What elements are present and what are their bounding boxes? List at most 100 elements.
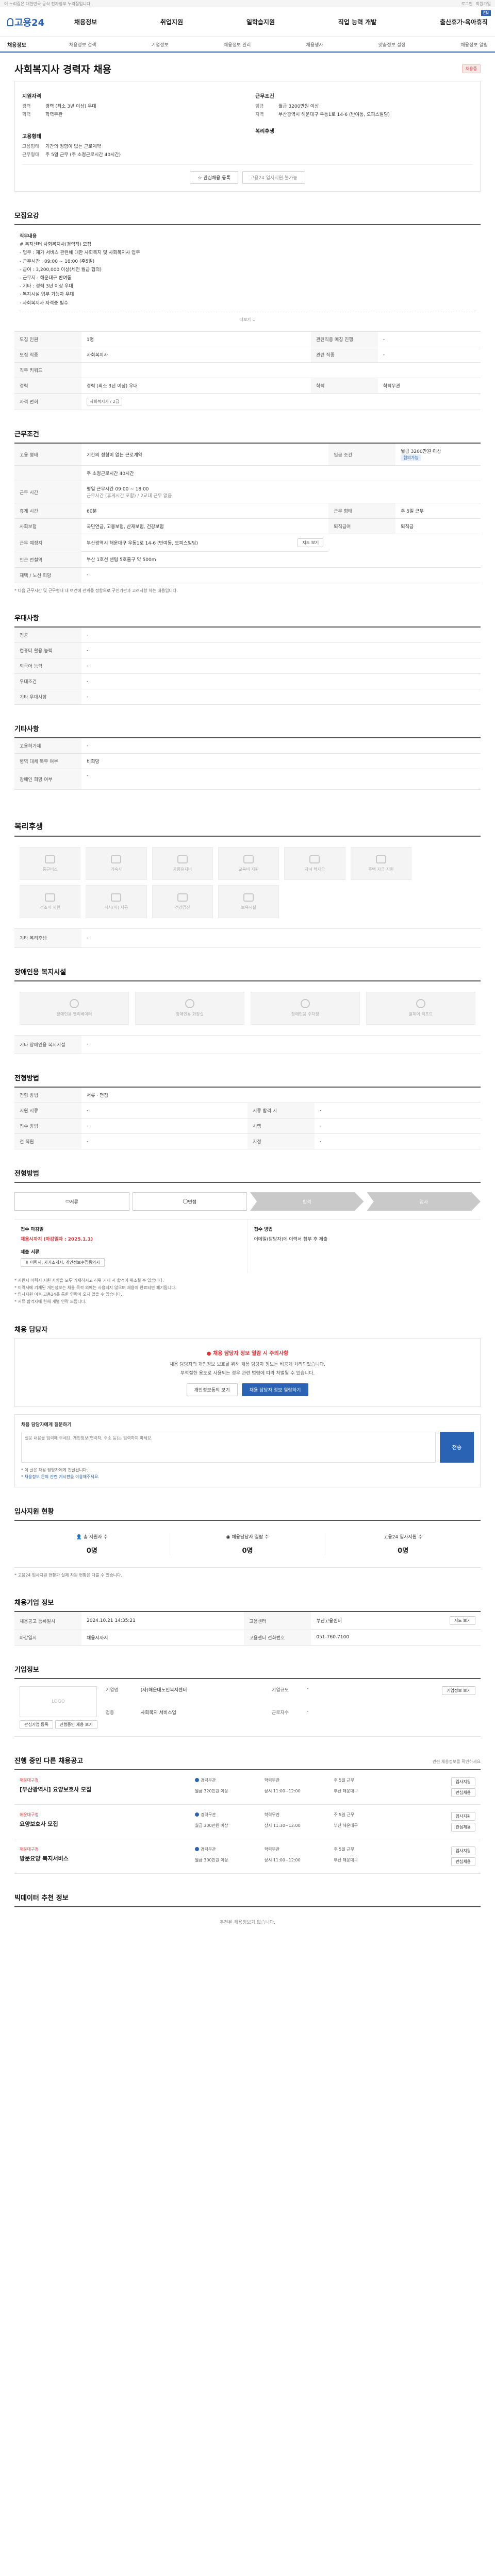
company-jobs-button[interactable]: 진행중인 채용 보기 <box>55 1720 97 1729</box>
disability-label: 장애인용 주차장 <box>291 1012 320 1017</box>
step-item: 합격 <box>250 1192 364 1211</box>
stat-value: 0명 <box>398 1547 409 1555</box>
apply-section: 전형방법 ▭ 서류 ◯ 면접 합격 입사 접수 마감일 채용시까지 (마감일자 … <box>14 1168 481 1305</box>
sub-tab[interactable]: 채용정보 검색 <box>69 41 96 48</box>
save-job-button[interactable]: ☆ 관심채용 등록 <box>190 171 238 184</box>
privacy-agree-button[interactable]: 개인정보동의 보기 <box>186 1383 238 1396</box>
rec-company: 해운대구청 <box>20 1846 39 1852</box>
rec-meta-item: 부산 해운대구 <box>334 1788 358 1793</box>
list-item[interactable]: 해운대구청 요양보호사 모집 경력무관 학력무관 주 5일 근무 월급 300만… <box>14 1805 481 1839</box>
row-value: - <box>81 929 481 948</box>
summary-key: 근무형태 <box>22 152 40 158</box>
sub-tab[interactable]: 맞춤정보 설정 <box>378 41 406 48</box>
dot-icon <box>195 1778 199 1783</box>
save-job-label: 관심채용 등록 <box>203 176 230 181</box>
welfare-box: 통근버스 기숙사 차량유지비 교육비 지원 자녀 학자금 주택 자금 지원 경조… <box>14 836 481 929</box>
sub-nav: 채용정보 채용정보 검색 기업정보 채용정보 관리 채용행사 맞춤정보 설정 채… <box>0 37 495 53</box>
table-row: 채용공고 등록일시 2024.10.21 14:35:21 고용센터 부산고용센터 지도… <box>14 1612 481 1630</box>
screening-table: 전형 방법 서류 · 면접 지원 서류 - 서류 합격 시- 접수 방법 - 시행 - 전 … <box>14 1087 481 1150</box>
rec-meta-item: 부산 해운대구 <box>334 1857 358 1862</box>
sub-tab[interactable]: 채용정보 알림 <box>460 41 488 48</box>
download-button[interactable]: ⬇ 이력서, 자기소개서, 개인정보수집동의서 <box>21 1258 105 1267</box>
view-contact-button[interactable]: 채용 담당자 정보 열람하기 <box>241 1383 309 1396</box>
sub-tab[interactable]: 채용행사 <box>306 41 323 48</box>
dot-icon <box>195 1847 199 1852</box>
meal-icon <box>111 893 122 902</box>
stat-label: 총 지원자 수 <box>83 1534 108 1540</box>
login-link[interactable]: 로그인 <box>461 1 472 6</box>
company-name: (사)해운대노인복지센터 <box>140 1687 187 1693</box>
rec-meta: 경력무관 학력무관 주 5일 근무 월급 300만원 이상 상시 11:00~1… <box>195 1846 403 1866</box>
inquiry-send-button[interactable]: 전송 <box>440 1431 474 1463</box>
stat-value: 0명 <box>86 1547 97 1555</box>
gnb-item[interactable]: 취업지원 <box>160 18 183 26</box>
gnb-item[interactable]: 직업 능력 개발 <box>338 18 377 26</box>
row-value: 서류 · 면접 <box>81 1087 481 1104</box>
list-item[interactable]: 해운대구청 [부산광역시] 요양보호사 모집 경력무관 학력무관 주 5일 근무… <box>14 1770 481 1805</box>
global-nav: 채용정보 취업지원 일학습지원 직업 능력 개발 출산휴가·육아휴직 <box>59 18 488 26</box>
site-logo[interactable]: 고용24 <box>7 15 59 29</box>
rec-apply-button[interactable]: 입사지원 <box>451 1777 475 1786</box>
signup-link[interactable]: 회원가입 <box>476 1 491 6</box>
row-value: - <box>81 673 481 690</box>
car-icon <box>177 855 188 863</box>
rec-save-button[interactable]: 관심채용 <box>451 1822 475 1832</box>
desc-line: - 근무시간 : 09:00 ~ 18:00 (주5일) <box>20 259 95 264</box>
sub-tab[interactable]: 기업정보 <box>152 41 169 48</box>
gnb-item[interactable]: 일학습지원 <box>246 18 275 26</box>
apply-box: 접수 마감일 채용시까지 (마감일자 : 2025.1.1) 제출 서류 ⬇ 이… <box>14 1219 481 1274</box>
table-row: 접수 방법 - 시행 - <box>14 1118 481 1134</box>
gnb-item[interactable]: 출산휴가·육아휴직 <box>440 18 488 26</box>
rec-save-button[interactable]: 관심채용 <box>451 1857 475 1866</box>
row-value: 주 5일 근무 <box>395 503 481 519</box>
disability-label: 휠체어 리프트 <box>408 1012 433 1017</box>
rec-meta-text: 경력무관 <box>201 1812 216 1817</box>
gnb-item[interactable]: 채용정보 <box>74 18 97 26</box>
summary-buttons: ☆ 관심채용 등록 고용24 입사지원 불가능 <box>22 164 473 186</box>
sub-tab[interactable]: 채용정보 관리 <box>224 41 251 48</box>
stats-title: 입사지원 현황 <box>14 1507 54 1516</box>
row-value: - <box>81 1133 248 1150</box>
rec-title[interactable]: 요양보호사 모집 <box>20 1820 195 1828</box>
book-icon <box>243 855 254 863</box>
row-value: 2024.10.21 14:35:21 <box>81 1612 244 1630</box>
language-button[interactable]: EN <box>481 10 491 16</box>
work-hours-detail: 근무시간 (휴게시간 포함) / 2교대 근무 없음 <box>87 494 172 499</box>
row-key: 기타 복리후생 <box>14 929 81 948</box>
table-row: 경력 경력 (최소 3년 이상) 우대 학력 학력무관 <box>14 378 481 394</box>
rec-meta-item: 학력무관 <box>264 1777 280 1783</box>
row-key: 관련직종 매칭 진행 <box>310 331 378 348</box>
list-item[interactable]: 해운대구청 방문요양 복지서비스 경력무관 학력무관 주 5일 근무 월급 30… <box>14 1839 481 1874</box>
apply-button[interactable]: 고용24 입사지원 불가능 <box>242 171 305 184</box>
house-icon <box>375 855 386 863</box>
row-key: 임금 조건 <box>328 443 396 466</box>
work-hours: 평일 근무시간 09:00 ~ 18:00 <box>87 487 149 493</box>
company-info-button[interactable]: 기업정보 보기 <box>442 1686 475 1695</box>
summary-value: 부산광역시 해운대구 우동1로 14-6 (반여동, 오피스빌딩) <box>278 112 390 117</box>
more-button[interactable]: 더보기 ⌄ <box>20 311 475 324</box>
rec-apply-button[interactable]: 입사지원 <box>451 1846 475 1855</box>
recommend-header: 진행 중인 다른 채용공고 관련 채용정보를 확인하세요 <box>14 1755 481 1769</box>
table-row: 장애인 희망 여부 - <box>14 769 481 790</box>
row-value: - <box>81 1035 481 1055</box>
other-section: 기타사항 고용허가제 - 병역 대체 복무 여부 비희망 장애인 희망 여부 - <box>14 723 481 790</box>
rec-apply-button[interactable]: 입사지원 <box>451 1811 475 1821</box>
rec-title[interactable]: 방문요양 복지서비스 <box>20 1854 195 1862</box>
rec-meta-item: 상시 11:00~12:00 <box>264 1788 301 1793</box>
rec-save-button[interactable]: 관심채용 <box>451 1788 475 1797</box>
conditions-table: 고용 형태 기간의 정함이 없는 근로계약 임금 조건 월급 3200만원 이상… <box>14 443 481 583</box>
inquiry-note[interactable]: * 채용정보 문의 관련 게시판을 이용해주세요. <box>21 1473 474 1481</box>
row-key: 지원 서류 <box>14 1103 81 1119</box>
info-key: 기업명 <box>105 1687 119 1693</box>
rec-title[interactable]: [부산광역시] 요양보호사 모집 <box>20 1785 195 1793</box>
row-key: 휴게 시간 <box>14 503 81 519</box>
contact-section: 채용 담당자 ● 채용 담당자 정보 열람 시 주의사항 채용 담당자의 개인정… <box>14 1324 481 1487</box>
row-key: 채용공고 등록일시 <box>14 1612 81 1630</box>
job-title: 사회복지사 경력자 채용 <box>14 64 112 75</box>
row-key: 관련 직종 <box>310 347 378 363</box>
map-button[interactable]: 지도 보기 <box>298 538 324 548</box>
rec-left: 해운대구청 방문요양 복지서비스 <box>20 1846 195 1866</box>
inquiry-input[interactable] <box>21 1431 436 1463</box>
center-map-button[interactable]: 지도 보기 <box>450 1616 475 1625</box>
follow-company-button[interactable]: 관심기업 등록 <box>20 1720 53 1729</box>
